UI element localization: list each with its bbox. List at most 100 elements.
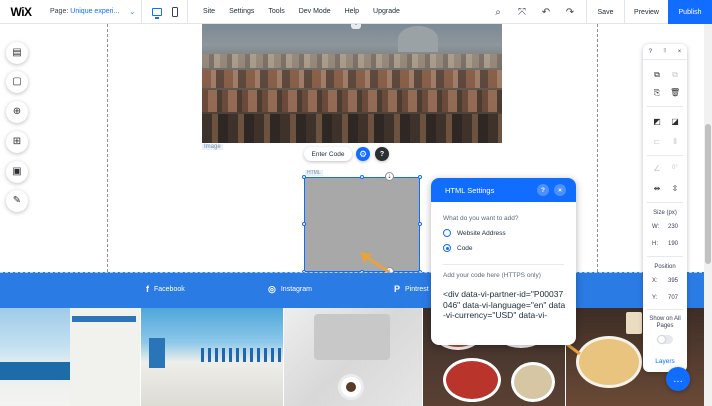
scrollbar[interactable]	[704, 24, 712, 406]
divider	[647, 256, 683, 257]
rome-cityscape-image[interactable]	[202, 24, 502, 143]
pages-menu-button[interactable]: ▤	[6, 42, 28, 64]
height-value[interactable]: 190	[668, 241, 678, 247]
wall-shape	[70, 308, 140, 406]
help-icon[interactable]: ?	[649, 49, 652, 55]
html-element-tag: HTML	[305, 170, 323, 176]
height-field[interactable]: H: 190	[652, 241, 678, 247]
width-field[interactable]: W: 230	[652, 224, 678, 230]
drag-handle-icon[interactable]: ⦙⦙	[664, 48, 667, 55]
position-label: Position	[654, 264, 676, 270]
publish-button[interactable]: Publish	[668, 0, 712, 24]
resize-handle[interactable]	[418, 175, 422, 179]
grid-guide-right	[597, 24, 598, 272]
delete-icon[interactable]: 🗑	[670, 88, 680, 97]
zoom-out-icon[interactable]: ⤧	[510, 7, 534, 18]
editor-canvas[interactable]: ^ Image Enter Code ⚙ ? HTML ⇣ ⇣ f Facebo…	[0, 24, 712, 406]
section-handle[interactable]: ^	[351, 24, 361, 29]
divider	[647, 155, 683, 156]
preview-button[interactable]: Preview	[624, 0, 668, 24]
wix-logo[interactable]: WiX	[0, 5, 42, 19]
send-backward-icon[interactable]: ◪	[670, 117, 680, 126]
x-value[interactable]: 395	[668, 278, 678, 284]
properties-panel: ? ⦙⦙ × ⧉ ⧉ ⎘ 🗑 ◩ ◪ ⊏ ⫴ ∠ 0° ⇹ ⇳ Size (px…	[643, 44, 687, 372]
duplicate-icon[interactable]: ⎘	[652, 88, 662, 97]
redo-icon[interactable]: ↷	[558, 7, 582, 18]
background-button[interactable]: ▢	[6, 71, 28, 93]
glass-shape	[626, 312, 642, 334]
page-selector[interactable]: Page: Unique experi... ⌄	[42, 0, 142, 24]
desktop-view-icon[interactable]	[151, 7, 162, 19]
editor-topbar: WiX Page: Unique experi... ⌄ Site Settin…	[0, 0, 712, 24]
gallery-image-food-plate[interactable]	[566, 308, 712, 406]
mobile-view-icon[interactable]	[171, 6, 178, 17]
element-top-handle[interactable]: ⇣	[385, 172, 394, 181]
resize-handle[interactable]	[302, 222, 306, 226]
enter-code-button[interactable]: Enter Code	[304, 147, 352, 161]
save-button[interactable]: Save	[586, 0, 624, 24]
code-textarea[interactable]: <div data-vi-partner-id="P00037046" data…	[443, 289, 567, 321]
roofs-row	[202, 54, 502, 68]
html-settings-panel: HTML Settings ? × What do you want to ad…	[431, 178, 576, 345]
menu-dev-mode[interactable]: Dev Mode	[292, 8, 338, 15]
chat-icon[interactable]: …	[666, 367, 690, 391]
media-button[interactable]: ▣	[6, 161, 28, 183]
search-icon[interactable]: ⌕	[486, 7, 510, 18]
bowl-shape	[511, 362, 555, 402]
code-option[interactable]: Code	[443, 244, 473, 252]
panel-top-bar: ? ⦙⦙ ×	[643, 44, 687, 60]
grid-guide-left	[107, 24, 108, 272]
html-settings-header[interactable]: HTML Settings ? ×	[431, 178, 576, 202]
rotate-icon: ∠	[653, 164, 661, 173]
help-icon[interactable]: ?	[537, 184, 549, 196]
pinterest-icon: P	[394, 284, 401, 294]
apps-icon: ⊞	[12, 136, 22, 147]
add-apps-button[interactable]: ⊞	[6, 131, 28, 153]
close-icon[interactable]: ×	[554, 184, 566, 196]
layers-link[interactable]: Layers	[643, 358, 687, 365]
y-value[interactable]: 707	[668, 295, 678, 301]
gallery-image-laptop-coffee[interactable]	[284, 308, 422, 406]
y-field[interactable]: Y: 707	[652, 295, 678, 301]
menu-site[interactable]: Site	[196, 8, 222, 15]
undo-icon[interactable]: ↶	[534, 7, 558, 18]
width-value[interactable]: 230	[668, 224, 678, 230]
blog-button[interactable]: ✎	[6, 190, 28, 212]
height-label: H:	[652, 241, 658, 247]
x-label: X:	[652, 278, 658, 284]
website-address-label: Website Address	[457, 229, 506, 237]
bring-forward-icon[interactable]: ◩	[652, 117, 662, 126]
close-icon[interactable]: ×	[678, 49, 682, 55]
menu-tools[interactable]: Tools	[261, 8, 291, 15]
facebook-link[interactable]: f Facebook	[146, 284, 185, 294]
help-icon[interactable]: ?	[375, 147, 389, 161]
roofs-row	[202, 70, 502, 88]
show-all-pages-toggle[interactable]	[657, 335, 673, 344]
flip-vertical-icon[interactable]: ⇳	[670, 184, 680, 193]
menu-help[interactable]: Help	[338, 8, 366, 15]
angle-value[interactable]: 0°	[672, 165, 678, 171]
gallery-image-blue-alley[interactable]	[141, 308, 283, 406]
add-elements-button[interactable]: ⊕	[6, 101, 28, 123]
x-field[interactable]: X: 395	[652, 278, 678, 284]
menu-upgrade[interactable]: Upgrade	[366, 8, 407, 15]
toolbar-icons: ⌕ ⤧ ↶ ↷	[486, 0, 582, 24]
menu-settings[interactable]: Settings	[222, 8, 261, 15]
resize-handle[interactable]	[360, 175, 364, 179]
settings-gear-icon[interactable]: ⚙	[356, 147, 370, 161]
instagram-link[interactable]: ◎ Instagram	[268, 284, 312, 295]
plus-icon: ⊕	[12, 106, 22, 117]
resize-handle[interactable]	[418, 222, 422, 226]
pinterest-link[interactable]: P Pintrest	[394, 284, 429, 294]
divider	[443, 264, 564, 265]
divider	[647, 202, 683, 203]
radio-website[interactable]	[443, 229, 451, 237]
resize-handle[interactable]	[302, 175, 306, 179]
gallery-image-santorini-terrace[interactable]	[0, 308, 140, 406]
scrollbar-thumb[interactable]	[705, 124, 711, 264]
background-icon: ▢	[12, 76, 22, 87]
radio-code[interactable]	[443, 244, 451, 252]
flip-horizontal-icon[interactable]: ⇹	[652, 184, 662, 193]
website-address-option[interactable]: Website Address	[443, 229, 506, 237]
copy-icon[interactable]: ⧉	[652, 70, 662, 79]
